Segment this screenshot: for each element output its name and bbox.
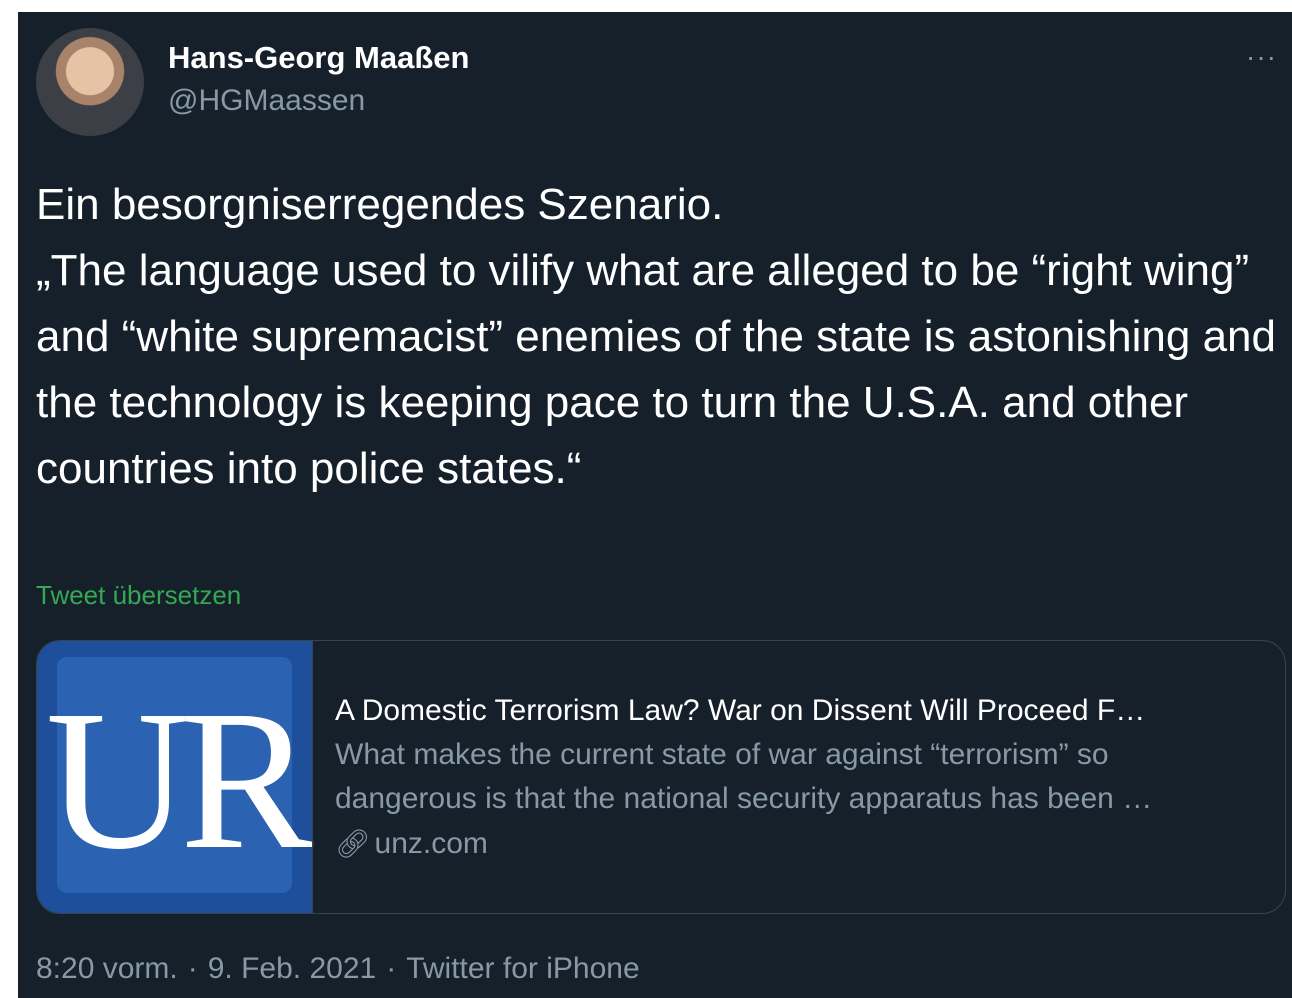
card-body: A Domestic Terrorism Law? War on Dissent… — [335, 689, 1260, 867]
tweet-text: Ein besorgniserregendes Szenario. „The l… — [36, 180, 1276, 493]
card-domain-text: unz.com — [374, 827, 488, 860]
card-thumbnail: UR — [37, 641, 314, 913]
card-title: A Domestic Terrorism Law? War on Dissent… — [335, 694, 1146, 727]
link-icon: 🔗︎ — [335, 828, 371, 859]
more-options-icon[interactable]: ··· — [1246, 43, 1277, 71]
tweet-metadata: 8:20 vorm. · 9. Feb. 2021 · Twitter for iPho… — [36, 952, 640, 986]
tweet-date[interactable]: 9. Feb. 2021 — [208, 952, 376, 985]
author-handle[interactable]: @HGMaassen — [168, 84, 365, 118]
link-preview-card[interactable]: UR A Domestic Terrorism Law? War on Diss… — [36, 640, 1286, 914]
tweet: Hans-Georg Maaßen @HGMaassen ··· Ein bes… — [18, 12, 1292, 998]
card-domain: 🔗︎ unz.com — [335, 821, 1260, 867]
card-description-line-1: What makes the current state of war agai… — [335, 738, 1109, 771]
translate-tweet-link[interactable]: Tweet übersetzen — [36, 580, 241, 611]
card-divider — [312, 641, 313, 913]
card-thumbnail-logo: UR — [45, 670, 314, 891]
author-name[interactable]: Hans-Georg Maaßen — [168, 40, 469, 76]
tweet-time[interactable]: 8:20 vorm. — [36, 952, 178, 985]
meta-separator: · — [386, 952, 397, 985]
meta-separator: · — [187, 952, 198, 985]
tweet-source[interactable]: Twitter for iPhone — [406, 952, 639, 985]
card-description-line-2: dangerous is that the national security … — [335, 782, 1153, 815]
avatar[interactable] — [36, 28, 144, 136]
